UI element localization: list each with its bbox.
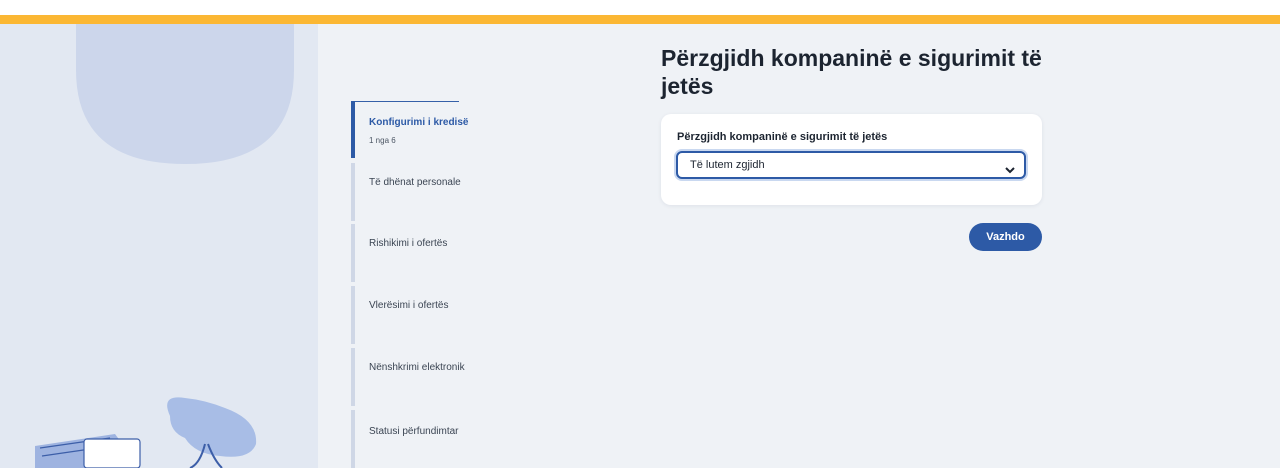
step-indicator <box>351 286 355 344</box>
step-label: Statusi përfundimtar <box>369 426 459 437</box>
step-indicator <box>351 410 355 468</box>
continue-button[interactable]: Vazhdo <box>969 223 1042 251</box>
insurance-form-card: Përzgjidh kompaninë e sigurimit të jetës… <box>661 114 1042 205</box>
step-label: Nënshkrimi elektronik <box>369 362 465 373</box>
top-bar <box>0 0 1280 15</box>
step-indicator <box>351 163 355 221</box>
step-indicator <box>351 224 355 282</box>
chevron-down-icon <box>1005 161 1015 174</box>
step-label: Konfigurimi i kredisë <box>369 117 469 128</box>
insurance-company-label: Përzgjidh kompaninë e sigurimit të jetës <box>677 131 888 143</box>
step-label: Vlerësimi i ofertës <box>369 300 449 311</box>
insurance-company-select[interactable]: Të lutem zgjidh <box>676 151 1026 179</box>
select-value: Të lutem zgjidh <box>690 159 765 171</box>
accent-bar <box>0 15 1280 24</box>
step-indicator <box>351 348 355 406</box>
stepper-top-line <box>351 101 459 102</box>
step-counter: 1 nga 6 <box>369 136 396 145</box>
step-label: Rishikimi i ofertës <box>369 238 448 249</box>
step-label: Të dhënat personale <box>369 177 461 188</box>
page-title: Përzgjidh kompaninë e sigurimit të jetës <box>661 45 1042 99</box>
step-indicator <box>351 101 355 158</box>
illustration-panel <box>0 24 318 468</box>
